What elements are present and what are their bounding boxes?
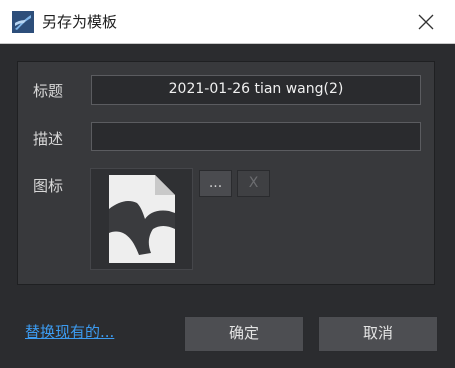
clear-icon-button[interactable]: X — [237, 170, 270, 197]
ok-button[interactable]: 确定 — [184, 316, 304, 352]
title-input[interactable]: 2021-01-26 tian wang(2) — [91, 75, 421, 105]
template-icon-preview — [90, 168, 193, 270]
close-button[interactable] — [397, 0, 455, 44]
description-label: 描述 — [33, 130, 64, 148]
title-label: 标题 — [33, 82, 64, 100]
browse-icon-button[interactable]: ... — [199, 170, 232, 197]
title-bar: 另存为模板 — [0, 0, 455, 44]
replace-existing-link[interactable]: 替换现有的... — [25, 322, 114, 342]
cancel-button[interactable]: 取消 — [318, 316, 438, 352]
document-icon — [109, 175, 175, 263]
blackmagic-logo-icon — [12, 11, 34, 33]
description-input[interactable] — [91, 122, 421, 151]
close-icon — [418, 14, 434, 30]
window-title: 另存为模板 — [42, 13, 118, 31]
icon-label: 图标 — [33, 177, 64, 195]
